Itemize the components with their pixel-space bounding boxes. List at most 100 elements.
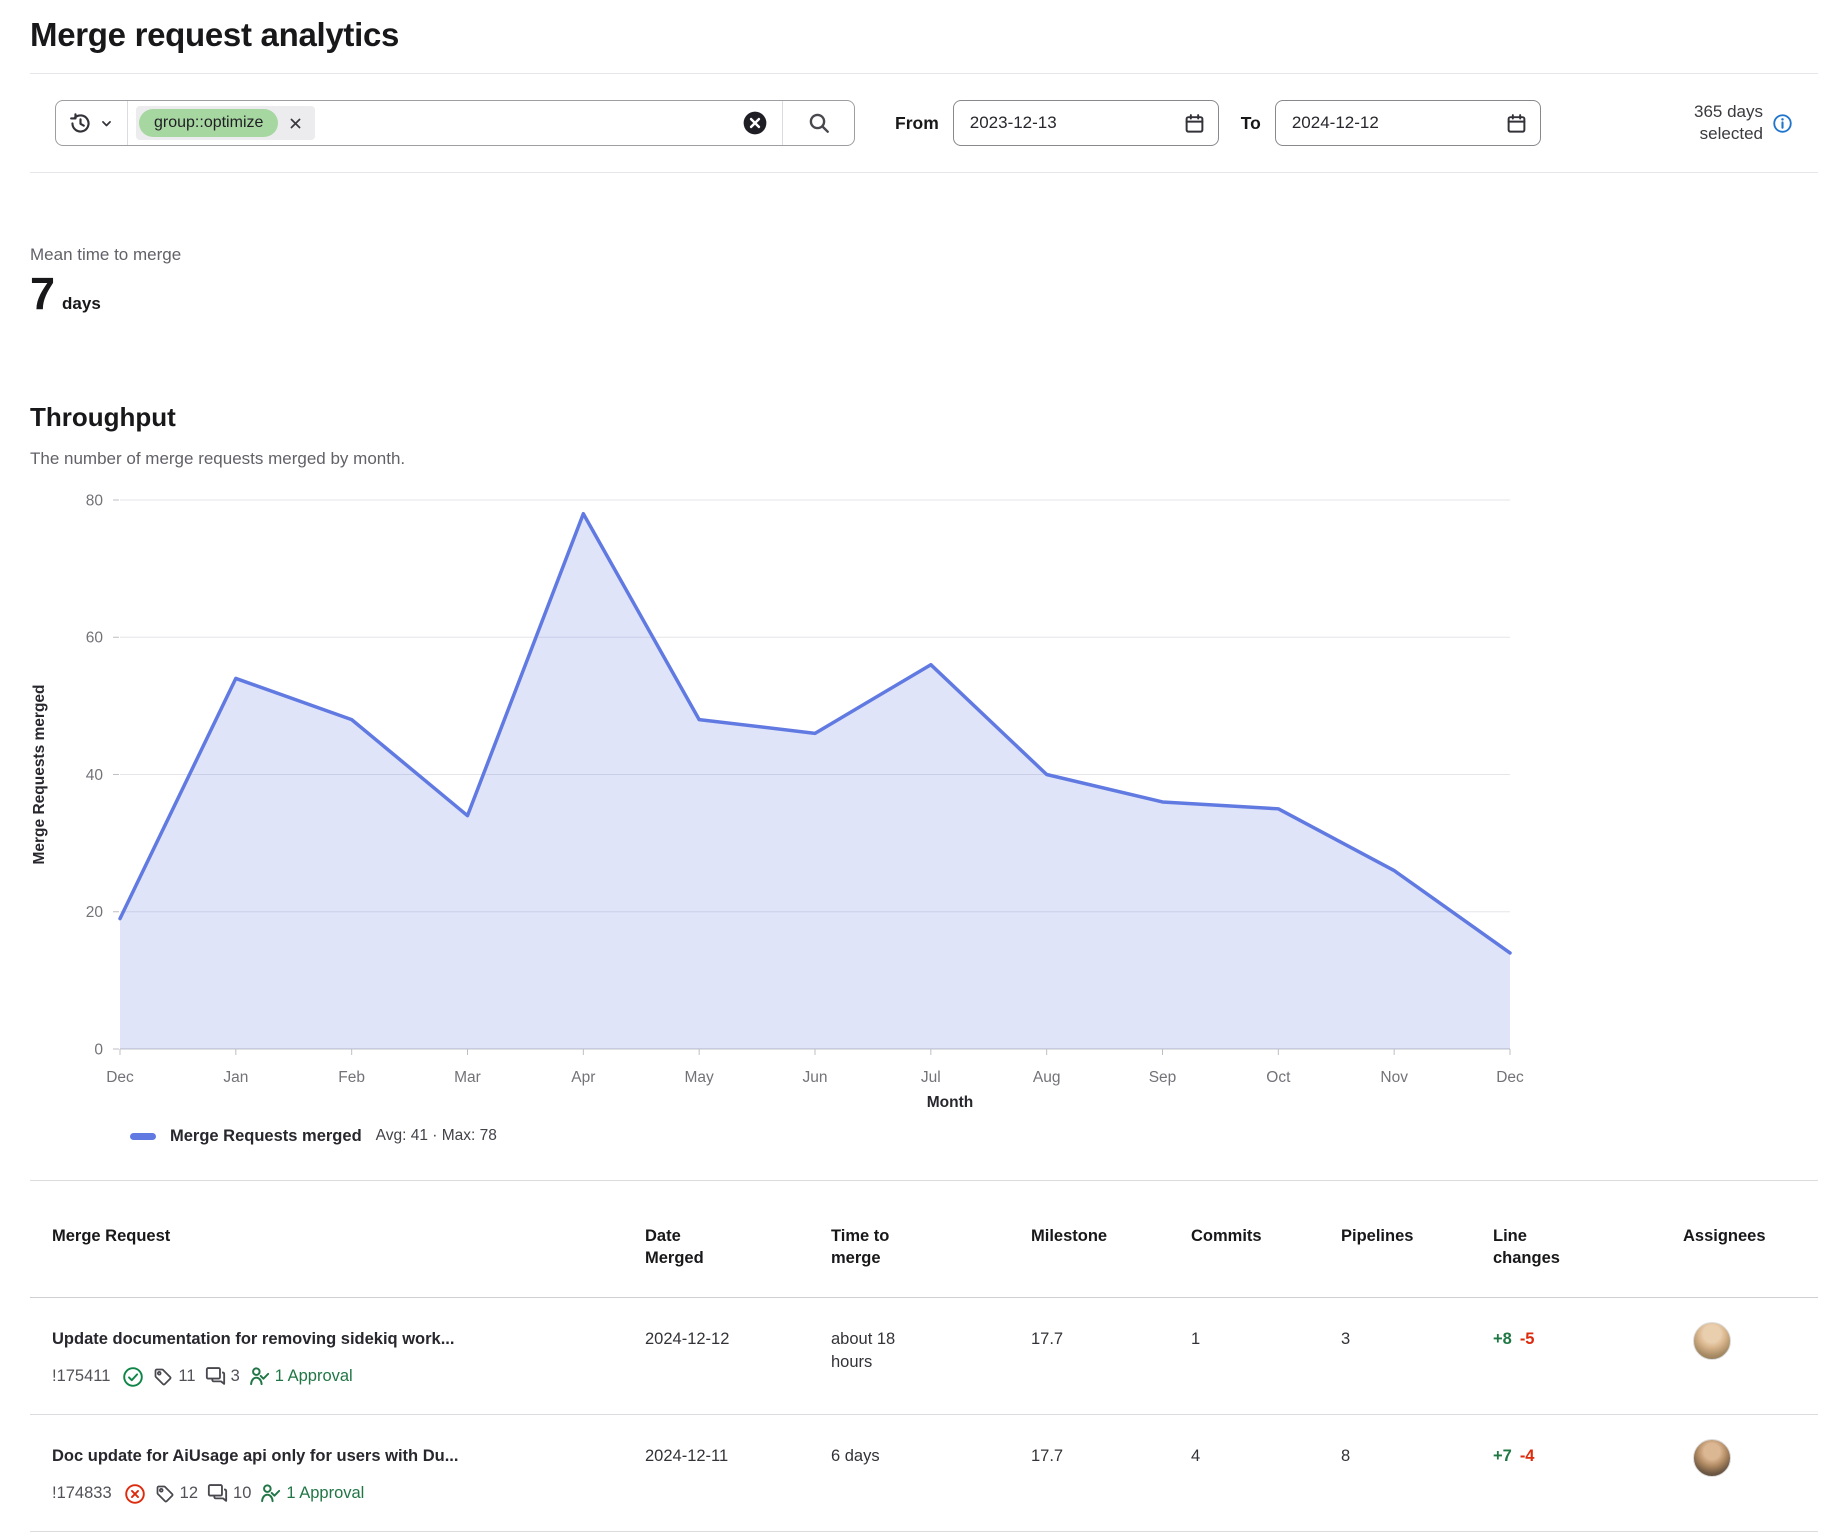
approvals-badge[interactable]: 1 Approval — [249, 1365, 353, 1388]
comments-count: 3 — [231, 1365, 240, 1388]
svg-text:Dec: Dec — [1496, 1069, 1524, 1086]
milestone-cell: 17.7 — [1031, 1298, 1191, 1414]
svg-text:80: 80 — [86, 492, 104, 509]
status-success-icon — [122, 1366, 144, 1388]
date-range-filter: From 2023-12-13 To 2024-12-12 — [895, 100, 1541, 146]
svg-text:Mar: Mar — [454, 1069, 481, 1086]
filter-token-label: group::optimize — [139, 109, 278, 137]
svg-text:Aug: Aug — [1033, 1069, 1061, 1086]
clear-icon — [742, 110, 768, 136]
date-merged-cell: 2024-12-12 — [645, 1298, 831, 1414]
line-changes-cell: +7 -4 — [1493, 1415, 1683, 1531]
metric-unit: days — [62, 294, 101, 314]
additions-count: +8 — [1493, 1330, 1512, 1348]
column-header-pipelines: Pipelines — [1341, 1181, 1493, 1297]
from-date-value: 2023-12-13 — [970, 113, 1057, 133]
filtered-search: group::optimize — [55, 100, 855, 146]
svg-text:Jun: Jun — [803, 1069, 828, 1086]
commits-cell: 1 — [1191, 1298, 1341, 1414]
merge-request-title[interactable]: Update documentation for removing sideki… — [52, 1328, 605, 1351]
history-icon — [69, 112, 92, 135]
pipelines-cell: 8 — [1341, 1415, 1493, 1531]
deletions-count: -5 — [1520, 1330, 1535, 1348]
filter-bar: group::optimize — [30, 74, 1818, 172]
search-input[interactable]: group::optimize — [128, 101, 782, 145]
information-icon[interactable] — [1772, 113, 1793, 134]
svg-text:Oct: Oct — [1266, 1069, 1291, 1086]
milestone-cell: 17.7 — [1031, 1415, 1191, 1531]
deletions-count: -4 — [1520, 1447, 1535, 1465]
svg-text:Apr: Apr — [571, 1069, 595, 1086]
time-to-merge-cell: 6 days — [831, 1415, 1031, 1531]
to-date-value: 2024-12-12 — [1292, 113, 1379, 133]
additions-count: +7 — [1493, 1447, 1512, 1465]
chevron-down-icon — [99, 116, 114, 131]
column-header-line-changes: Line changes — [1493, 1181, 1683, 1297]
comments-count: 10 — [233, 1482, 251, 1505]
comments-icon — [205, 1366, 226, 1387]
date-merged-cell: 2024-12-11 — [645, 1415, 831, 1531]
filter-token[interactable]: group::optimize — [136, 106, 315, 140]
svg-text:Month: Month — [927, 1094, 973, 1111]
approval-icon — [260, 1483, 281, 1504]
svg-text:Feb: Feb — [338, 1069, 365, 1086]
column-header-milestone: Milestone — [1031, 1181, 1191, 1297]
throughput-chart: 0 20 40 60 80 Dec Jan Feb Mar Apr May Jun Jul Aug Sep O… — [30, 469, 1818, 1119]
comments-icon — [207, 1483, 228, 1504]
svg-text:May: May — [685, 1069, 715, 1086]
legend-label: Merge Requests merged — [170, 1127, 362, 1146]
svg-text:Jul: Jul — [921, 1069, 941, 1086]
token-remove-button[interactable] — [280, 113, 311, 134]
svg-text:20: 20 — [86, 904, 104, 921]
column-header-commits: Commits — [1191, 1181, 1341, 1297]
assignees-cell — [1683, 1298, 1818, 1414]
search-icon — [807, 111, 831, 135]
assignees-cell — [1683, 1415, 1818, 1531]
from-label: From — [895, 113, 939, 134]
calendar-icon — [1506, 113, 1527, 134]
throughput-heading: Throughput — [30, 402, 1818, 433]
column-header-time-to-merge: Time to merge — [831, 1181, 1031, 1297]
svg-text:Dec: Dec — [106, 1069, 134, 1086]
svg-text:40: 40 — [86, 767, 104, 784]
time-to-merge-cell: about 18 hours — [831, 1298, 1031, 1414]
svg-text:Sep: Sep — [1149, 1069, 1177, 1086]
column-header-date-merged: Date Merged — [645, 1181, 831, 1297]
avatar[interactable] — [1693, 1322, 1731, 1360]
label-icon — [155, 1484, 175, 1504]
merge-request-cell: Doc update for AiUsage api only for user… — [30, 1415, 645, 1531]
merge-request-title[interactable]: Doc update for AiUsage api only for user… — [52, 1445, 605, 1468]
chart-legend-item[interactable]: Merge Requests merged Avg: 41 · Max: 78 — [130, 1123, 1818, 1149]
svg-text:Nov: Nov — [1380, 1069, 1408, 1086]
clear-search-button[interactable] — [736, 110, 774, 136]
to-date-input[interactable]: 2024-12-12 — [1275, 100, 1541, 146]
labels-count: 11 — [178, 1365, 195, 1388]
approvals-badge[interactable]: 1 Approval — [260, 1482, 364, 1505]
metric-value: 7 — [30, 271, 55, 316]
approval-icon — [249, 1366, 270, 1387]
legend-swatch-icon — [130, 1133, 156, 1140]
approvals-label: 1 Approval — [275, 1365, 353, 1388]
svg-text:Merge Requests merged: Merge Requests merged — [31, 684, 48, 864]
divider — [30, 172, 1818, 173]
table-row: Doc update for AiUsage api only for user… — [30, 1415, 1818, 1532]
from-date-input[interactable]: 2023-12-13 — [953, 100, 1219, 146]
days-selected: 365 days selected — [1694, 101, 1793, 145]
line-changes-cell: +8 -5 — [1493, 1298, 1683, 1414]
days-selected-line1: 365 days — [1694, 102, 1763, 121]
label-icon — [153, 1367, 173, 1387]
merge-request-cell: Update documentation for removing sideki… — [30, 1298, 645, 1414]
svg-text:Jan: Jan — [223, 1069, 248, 1086]
svg-text:0: 0 — [94, 1041, 103, 1058]
calendar-icon — [1184, 113, 1205, 134]
days-selected-line2: selected — [1700, 124, 1763, 143]
mean-time-to-merge-metric: Mean time to merge 7 days — [30, 245, 1818, 316]
search-history-button[interactable] — [56, 101, 128, 145]
throughput-description: The number of merge requests merged by m… — [30, 449, 1818, 469]
svg-text:60: 60 — [86, 630, 104, 647]
table-row: Update documentation for removing sideki… — [30, 1298, 1818, 1415]
page-title: Merge request analytics — [30, 16, 1818, 54]
column-header-merge-request: Merge Request — [30, 1181, 645, 1297]
avatar[interactable] — [1693, 1439, 1731, 1477]
search-submit-button[interactable] — [782, 101, 854, 145]
